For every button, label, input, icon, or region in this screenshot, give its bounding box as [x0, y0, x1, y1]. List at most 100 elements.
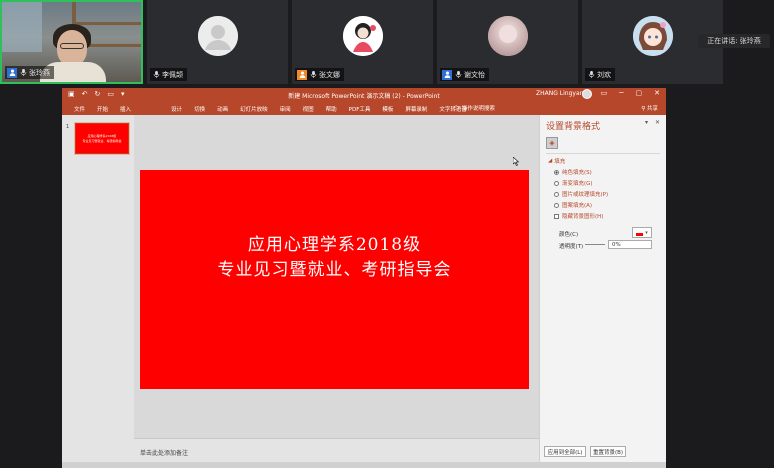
video-tile[interactable]: 李佩颉	[147, 0, 288, 84]
section-label: 填充	[554, 159, 566, 165]
option-label: 渐变填充(G)	[562, 181, 593, 187]
ribbon-tab[interactable]: 切换	[188, 105, 211, 113]
checkbox[interactable]	[554, 213, 559, 219]
mic-muted-icon	[152, 70, 160, 80]
option-label: 图片或纹理填充(P)	[562, 192, 609, 198]
color-swatch	[636, 233, 644, 236]
glasses	[60, 43, 84, 49]
mic-muted-icon	[19, 68, 27, 78]
pane-options-icon[interactable]: ▾	[645, 119, 648, 126]
option-picture-fill[interactable]: 图片或纹理填充(P)	[554, 190, 608, 198]
ribbon-tab[interactable]: 审阅	[274, 105, 297, 113]
participant-name: 张文娜	[319, 70, 340, 79]
close-icon[interactable]: ✕	[655, 119, 660, 126]
ribbon-tab[interactable]: 视图	[297, 105, 320, 113]
option-hide-background-graphics[interactable]: 隐藏背景图形(H)	[554, 212, 603, 220]
fill-section-header[interactable]: ◢ 填充	[548, 157, 565, 165]
ribbon-tab-list: 文件 开始 插入 设计 切换 动画 幻灯片放映 审阅 视图 帮助 PDF工具 模板 屏幕录制 文字转语音	[68, 105, 473, 113]
slide-edit-area: 应用心理学系2018级 专业见习暨就业、考研指导会	[134, 115, 539, 438]
maximize-icon[interactable]: ▢	[636, 89, 643, 97]
window-controls: ▭ ─ ▢ ✕	[601, 89, 660, 97]
tell-me-label: 操作说明搜索	[461, 106, 495, 112]
user-avatar[interactable]	[582, 89, 592, 99]
participant-label: 李佩颉	[150, 68, 187, 81]
tell-me-search[interactable]: ○ 操作说明搜索	[454, 104, 495, 112]
powerpoint-window[interactable]: ▣ ↶ ↻ ▭ ▾ 新建 Microsoft PowerPoint 演示文稿 (…	[62, 88, 666, 468]
pane-title: 设置背景格式	[546, 122, 601, 132]
option-pattern-fill[interactable]: 图案填充(A)	[554, 201, 592, 209]
option-label: 隐藏背景图形(H)	[562, 214, 604, 220]
participant-label: 张玲燕	[5, 66, 54, 79]
mic-muted-icon	[587, 70, 595, 80]
divider	[546, 153, 660, 154]
photo-avatar-icon	[487, 16, 528, 56]
video-tile[interactable]: 张文娜	[292, 0, 433, 84]
slide-title-line2[interactable]: 专业见习暨就业、考研指导会	[140, 255, 529, 280]
ribbon-display-icon[interactable]: ▭	[601, 89, 608, 97]
share-label: 共享	[646, 106, 658, 112]
radio-button[interactable]	[554, 202, 559, 208]
option-solid-fill[interactable]: 纯色填充(S)	[554, 168, 592, 176]
user-icon	[297, 69, 307, 80]
meeting-window: 张玲燕 李佩颉 张文娜 谢文怡 刘欢 正在讲话: 张玲燕 ▣ ↶ ↻ ▭ ▾ 新…	[0, 0, 774, 468]
participant-label: 刘欢	[585, 68, 615, 81]
color-picker-button[interactable]: ▾	[632, 227, 652, 238]
apply-to-all-button[interactable]: 应用到全部(L)	[544, 446, 586, 457]
ppt-titlebar: ▣ ↶ ↻ ▭ ▾ 新建 Microsoft PowerPoint 演示文稿 (…	[62, 88, 666, 101]
person-icon: ⚲	[641, 106, 646, 112]
transparency-label: 透明度(T)	[559, 244, 584, 250]
minimize-icon[interactable]: ─	[619, 89, 623, 97]
status-bar	[62, 462, 666, 468]
radio-button[interactable]	[554, 180, 559, 186]
default-avatar-icon	[197, 16, 238, 56]
thumbnail-line1: 应用心理学系2018级	[87, 134, 117, 138]
notes-placeholder: 单击此处添加备注	[140, 450, 189, 457]
ribbon-tabs: 文件 开始 插入 设计 切换 动画 幻灯片放映 审阅 视图 帮助 PDF工具 模板 屏幕录制 文字转语音 …	[62, 101, 666, 115]
transparency-slider[interactable]	[585, 244, 605, 245]
cartoon-avatar-icon	[342, 16, 383, 56]
ribbon-tab[interactable]: 屏幕录制	[399, 105, 433, 113]
slide-number: 1	[66, 124, 70, 130]
slide-thumbnail-pane: 1 应用心理学系2018级 专业见习暨就业、考研指导会	[62, 115, 134, 468]
share-button[interactable]: ⚲ 共享	[641, 104, 658, 112]
ribbon-tab[interactable]: 动画	[211, 105, 234, 113]
radio-button[interactable]	[554, 191, 559, 197]
ribbon-tab[interactable]: 开始	[91, 105, 114, 113]
radio-button[interactable]	[554, 169, 559, 175]
fill-bucket-icon[interactable]: ◈	[546, 137, 558, 149]
current-slide[interactable]: 应用心理学系2018级 专业见习暨就业、考研指导会	[140, 170, 529, 389]
participant-label: 谢文怡	[440, 68, 489, 81]
ribbon-tab[interactable]: 帮助	[320, 105, 343, 113]
ribbon-tab[interactable]: 文件	[68, 105, 91, 113]
participant-name: 李佩颉	[162, 70, 183, 79]
user-name[interactable]: ZHANG Lingyan	[536, 90, 583, 97]
color-label: 颜色(C)	[559, 232, 579, 238]
window-light	[2, 2, 42, 52]
reset-background-button[interactable]: 重置背景(B)	[590, 446, 626, 457]
option-gradient-fill[interactable]: 渐变填充(G)	[554, 179, 593, 187]
video-tile-self[interactable]: 张玲燕	[0, 0, 143, 84]
participant-label: 张文娜	[295, 68, 344, 81]
ribbon-tab[interactable]: 设计	[165, 105, 188, 113]
video-tile[interactable]: 谢文怡	[437, 0, 578, 84]
ribbon-tab[interactable]: 幻灯片放映	[234, 105, 274, 113]
ribbon-tab[interactable]: 插入	[114, 105, 137, 113]
chevron-down-icon: ▾	[645, 229, 648, 236]
format-background-pane: 设置背景格式 ▾ ✕ ◈ ◢ 填充 纯色填充(S) 渐变填充(G) 图片或纹理填…	[539, 115, 666, 468]
slide-thumbnail[interactable]: 应用心理学系2018级 专业见习暨就业、考研指导会	[74, 122, 130, 155]
user-icon	[442, 69, 452, 80]
slide-title-line1[interactable]: 应用心理学系2018级	[140, 230, 529, 255]
transparency-input[interactable]: 0%	[608, 240, 652, 249]
speaking-indicator: 正在讲话: 张玲燕	[698, 34, 770, 48]
participant-name: 张玲燕	[29, 68, 50, 77]
mic-muted-icon	[454, 70, 462, 80]
collapse-icon: ◢	[548, 158, 553, 164]
close-icon[interactable]: ✕	[654, 89, 660, 97]
ribbon-tab[interactable]: PDF工具	[343, 105, 377, 113]
lightbulb-icon: ○	[454, 105, 459, 111]
ribbon-tab[interactable]: 模板	[376, 105, 399, 113]
user-icon	[7, 67, 17, 78]
option-label: 图案填充(A)	[562, 203, 593, 209]
bookshelf-board	[76, 22, 141, 25]
mic-muted-icon	[309, 70, 317, 80]
